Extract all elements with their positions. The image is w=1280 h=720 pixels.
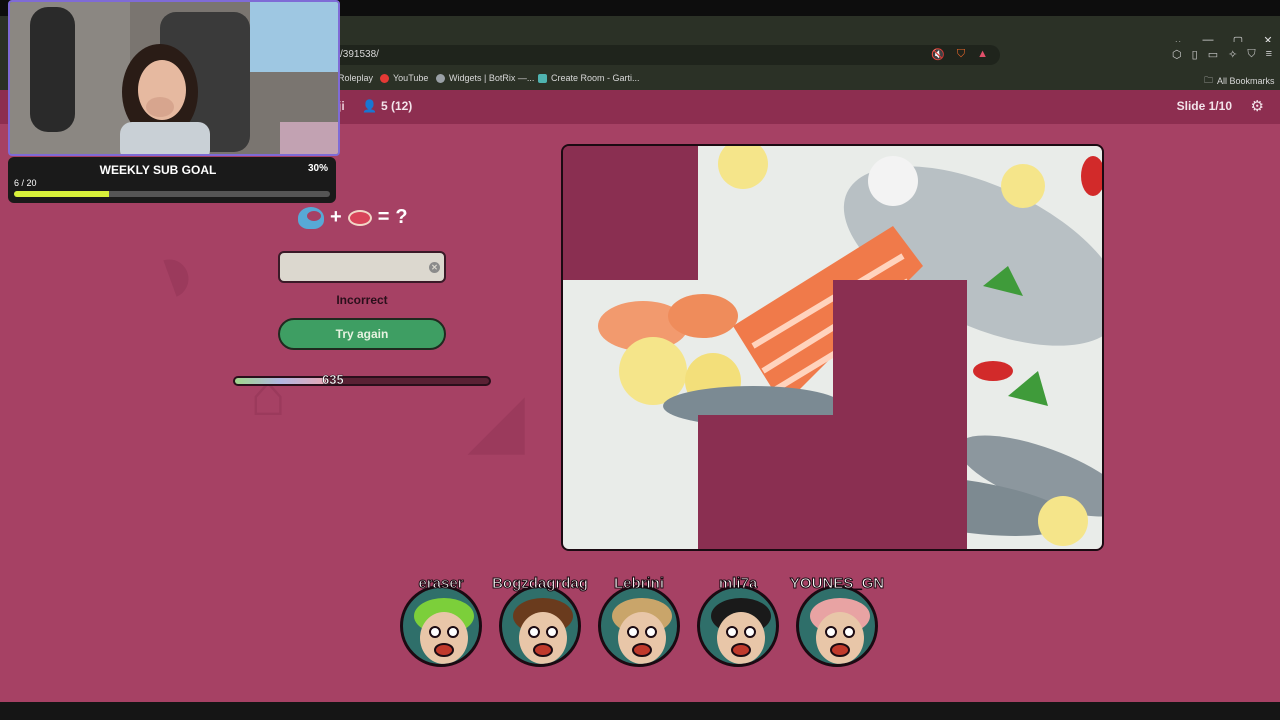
timer-fill	[235, 378, 327, 384]
seafood-photo	[697, 280, 833, 416]
clear-input-icon[interactable]: ✕	[429, 262, 440, 273]
person-icon: 👤	[362, 99, 377, 113]
bookmark-youtube[interactable]: YouTube	[380, 73, 428, 83]
player-avatar[interactable]	[697, 585, 779, 667]
plus-sign: +	[330, 206, 342, 228]
equals-sign: =	[377, 206, 390, 228]
hidden-tile	[832, 414, 968, 549]
avatar-face-icon	[711, 598, 771, 664]
try-again-button[interactable]: Try again	[278, 318, 446, 350]
question-mark: ?	[395, 206, 408, 228]
revealed-tile	[697, 146, 833, 281]
sidebar-icon[interactable]: ▯	[1192, 48, 1198, 61]
timer-bar	[233, 376, 491, 386]
avatar-face-icon	[513, 598, 573, 664]
url-text[interactable]: /391538/	[340, 49, 379, 60]
player-count: 👤 5 (12)	[362, 99, 412, 113]
revealed-tile	[967, 146, 1102, 281]
bookmark-widgets[interactable]: Widgets | BotRix —...	[436, 73, 534, 83]
screen: ⌄ — ▢ ✕ /391538/ 🔇 ⛉ ▲ ⬡ ▯ ▭ ✧ ⛉ ≡ Rolep…	[0, 0, 1280, 720]
sub-goal-title: WEEKLY SUB GOAL	[99, 163, 217, 177]
leo-icon[interactable]: ✧	[1228, 48, 1237, 61]
player-avatar[interactable]	[499, 585, 581, 667]
gartic-icon	[538, 73, 547, 83]
hidden-tile	[697, 414, 833, 549]
rewards-icon[interactable]: ▲	[977, 48, 988, 61]
seafood-photo	[967, 414, 1102, 549]
emoji-equation: + = ?	[298, 206, 408, 229]
player-avatar[interactable]	[796, 585, 878, 667]
all-bookmarks-label: All Bookmarks	[1217, 76, 1275, 86]
background-doodle: ◢	[470, 382, 524, 460]
streamer-webcam	[8, 0, 340, 156]
bookmark-create-room[interactable]: Create Room - Garti...	[538, 73, 640, 83]
player-name: YOUNES_GN	[789, 575, 885, 593]
avatar-face-icon	[414, 598, 474, 664]
player-name: eraser	[418, 575, 464, 593]
youtube-icon	[380, 73, 389, 83]
player-name: Lebrini	[613, 575, 664, 593]
gear-icon[interactable]: ⚙	[1251, 97, 1264, 115]
sub-goal-widget: WEEKLY SUB GOAL 30% 6 / 20	[8, 157, 336, 203]
botrix-icon	[436, 73, 445, 83]
revealed-tile	[967, 414, 1102, 549]
taskbar	[0, 702, 1280, 720]
brave-shield-icon[interactable]: ⛉	[957, 48, 965, 61]
omnibox-icons: 🔇 ⛉ ▲	[931, 48, 988, 61]
webcam-image	[10, 2, 338, 154]
vpn-icon[interactable]: ⛉	[1247, 48, 1255, 61]
revealed-tile	[967, 280, 1102, 416]
sub-goal-count: 6 / 20	[14, 178, 37, 188]
revealed-tile	[697, 280, 833, 416]
revealed-tile	[563, 414, 698, 549]
player-name: mli7a	[718, 575, 758, 593]
player-avatar[interactable]	[400, 585, 482, 667]
hidden-tile	[563, 146, 698, 281]
seafood-photo	[967, 146, 1102, 281]
revealed-tile	[832, 146, 968, 281]
player-list: eraser Bogzdagrdag Lebrini mli7a YOUNES_GN	[400, 575, 900, 675]
player-name: Bogzdagrdag	[492, 575, 589, 593]
bookmark-label: YouTube	[393, 73, 429, 83]
all-bookmarks[interactable]: 🗀 All Bookmarks	[1204, 73, 1275, 89]
seafood-photo	[697, 146, 833, 281]
sub-goal-fill	[14, 191, 109, 197]
player-avatar[interactable]	[598, 585, 680, 667]
seafood-photo	[563, 414, 698, 549]
sub-goal-progress	[14, 191, 330, 197]
avatar-face-icon	[612, 598, 672, 664]
address-bar[interactable]: /391538/ 🔇 ⛉ ▲	[330, 45, 1000, 65]
avatar-face-icon	[810, 598, 870, 664]
bookmark-label: Roleplay	[338, 73, 374, 83]
extension-toolbar: ⬡ ▯ ▭ ✧ ⛉ ≡	[1172, 48, 1272, 61]
slide-counter: Slide 1/10	[1176, 99, 1232, 113]
bookmark-label: Create Room - Garti...	[551, 73, 640, 83]
folder-icon: 🗀	[1204, 75, 1214, 85]
seafood-photo	[563, 280, 698, 416]
sub-goal-percent: 30%	[307, 163, 328, 174]
answer-input[interactable]	[278, 251, 446, 283]
extensions-icon[interactable]: ⬡	[1172, 48, 1182, 61]
picture-puzzle	[561, 144, 1104, 551]
bookmark-roleplay[interactable]: Roleplay	[338, 73, 373, 83]
menu-icon[interactable]: ≡	[1266, 48, 1272, 61]
wave-emoji-icon	[298, 206, 324, 229]
revealed-tile	[563, 280, 698, 416]
mute-icon[interactable]: 🔇	[931, 48, 945, 61]
background-doodle: ⌂	[250, 361, 287, 428]
wallet-icon[interactable]: ▭	[1208, 48, 1218, 61]
seafood-photo	[967, 280, 1102, 416]
player-count-text: 5 (12)	[380, 99, 413, 113]
background-doodle: ◗	[134, 214, 220, 328]
timer-value: 635	[322, 372, 344, 388]
answer-status: Incorrect	[336, 293, 388, 307]
meat-emoji-icon	[347, 209, 372, 226]
seafood-photo	[832, 146, 968, 281]
hidden-tile	[832, 280, 968, 416]
bookmark-label: Widgets | BotRix —...	[449, 73, 535, 83]
